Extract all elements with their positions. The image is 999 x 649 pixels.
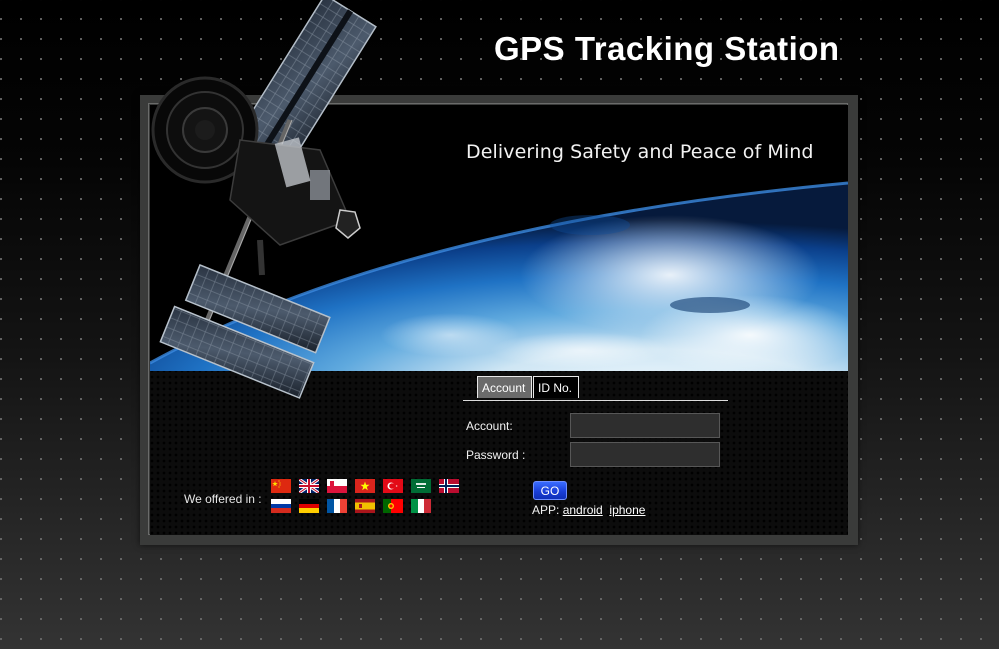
app-prefix: APP: (532, 503, 560, 517)
flag-saudi-arabia-icon[interactable] (411, 479, 431, 493)
account-label: Account: (466, 419, 513, 433)
flag-russia-icon[interactable] (271, 499, 291, 513)
go-button[interactable]: GO (533, 481, 567, 500)
banner-image: Delivering Safety and Peace of Mind (150, 105, 848, 371)
flag-china-icon[interactable] (271, 479, 291, 493)
tab-id-no[interactable]: ID No. (533, 376, 579, 398)
login-tabs: Account ID No. (463, 376, 728, 401)
flag-vietnam-icon[interactable] (355, 479, 375, 493)
flag-turkey-icon[interactable] (383, 479, 403, 493)
flag-portugal-icon[interactable] (383, 499, 403, 513)
flag-france-icon[interactable] (327, 499, 347, 513)
languages-label: We offered in : (184, 492, 262, 506)
flag-spain-icon[interactable] (355, 499, 375, 513)
login-panel: Delivering Safety and Peace of Mind Acco… (150, 105, 848, 535)
flag-uk-icon[interactable] (299, 479, 319, 493)
flag-norway-icon[interactable] (439, 479, 459, 493)
site-title: GPS Tracking Station (494, 30, 840, 67)
login-frame: Delivering Safety and Peace of Mind Acco… (140, 95, 858, 545)
tab-account[interactable]: Account (477, 376, 532, 398)
password-input[interactable] (570, 442, 720, 467)
flag-poland-icon[interactable] (327, 479, 347, 493)
account-input[interactable] (570, 413, 720, 438)
password-label: Password : (466, 448, 526, 462)
flag-germany-icon[interactable] (299, 499, 319, 513)
android-link[interactable]: android (563, 503, 603, 517)
iphone-link[interactable]: iphone (609, 503, 645, 517)
banner-tagline: Delivering Safety and Peace of Mind (466, 141, 814, 163)
flag-italy-icon[interactable] (411, 499, 431, 513)
app-links: APP: android iphone (532, 503, 645, 517)
